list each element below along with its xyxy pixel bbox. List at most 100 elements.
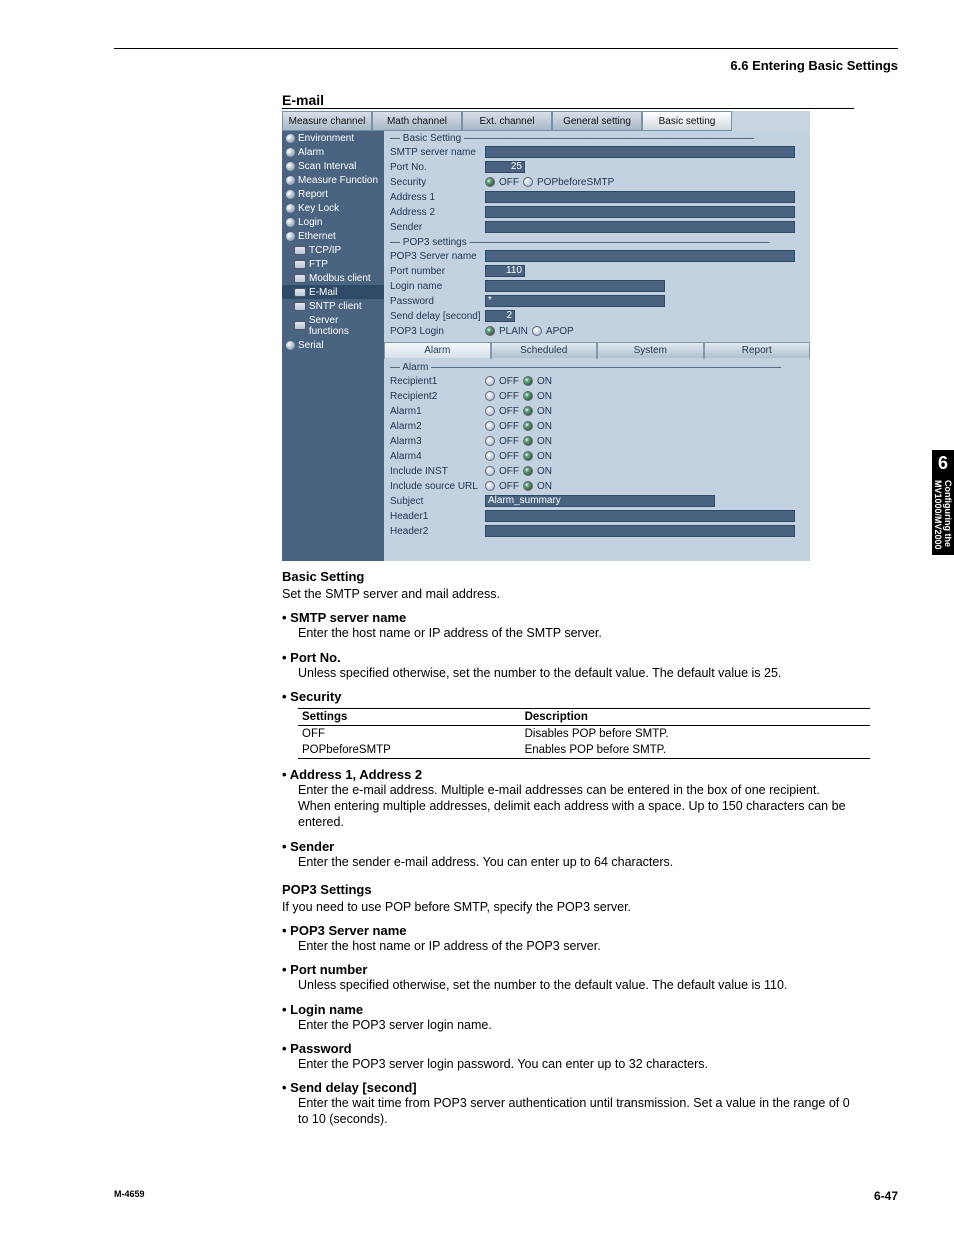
bullet-sender: Sender [282,839,854,854]
footer-right: 6-47 [874,1189,898,1203]
text-address: Enter the e-mail address. Multiple e-mai… [298,782,854,831]
address2-input[interactable] [485,206,795,218]
radio-icon [286,341,295,350]
alarm3-on-radio[interactable] [523,436,533,446]
sidebar-item-measure-function[interactable]: Measure Function [282,173,384,187]
pop3-port-input[interactable]: 110 [485,265,525,277]
security-off-radio[interactable] [485,177,495,187]
footer-left: M-4659 [114,1189,145,1203]
sidebar-nav: Environment Alarm Scan Interval Measure … [282,131,384,561]
address1-input[interactable] [485,191,795,203]
sub-tab-system[interactable]: System [597,342,704,360]
main-form-panel: — Basic Setting ————————————————————————… [384,131,810,561]
td-popbeforesmtp: POPbeforeSMTP [298,742,521,759]
sidebar-item-key-lock[interactable]: Key Lock [282,201,384,215]
label: SNTP client [309,301,362,312]
sidebar-item-serial[interactable]: Serial [282,338,384,352]
alarm4-on-radio[interactable] [523,451,533,461]
label-recipient2: Recipient2 [390,391,485,402]
sidebar-item-environment[interactable]: Environment [282,131,384,145]
thumb-index-number: 6 [932,450,954,474]
label: OFF [499,436,519,447]
label-alarm3: Alarm3 [390,436,485,447]
label-address2: Address 2 [390,207,485,218]
login-name-input[interactable] [485,280,665,292]
label-security: Security [390,177,485,188]
label-pop3-port: Port number [390,266,485,277]
label-recipient1: Recipient1 [390,376,485,387]
bullet-port-no: Port No. [282,650,854,665]
sub-tab-alarm[interactable]: Alarm [384,342,491,360]
send-delay-input[interactable]: 2 [485,310,515,322]
smtp-server-input[interactable] [485,146,795,158]
sidebar-item-login[interactable]: Login [282,215,384,229]
recipient2-off-radio[interactable] [485,391,495,401]
bullet-smtp-server-name: SMTP server name [282,610,854,625]
pop3login-apop-radio[interactable] [532,326,542,336]
password-input[interactable]: * [485,295,665,307]
recipient2-on-radio[interactable] [523,391,533,401]
radio-icon [286,218,295,227]
include-inst-on-radio[interactable] [523,466,533,476]
header1-input[interactable] [485,510,795,522]
bullet-send-delay: Send delay [second] [282,1080,854,1095]
alarm2-off-radio[interactable] [485,421,495,431]
tab-measure-channel[interactable]: Measure channel [282,111,372,131]
label: OFF [499,451,519,462]
label: E-Mail [309,287,337,298]
sender-input[interactable] [485,221,795,233]
label: Measure Function [298,175,378,186]
include-url-off-radio[interactable] [485,481,495,491]
sidebar-item-sntp-client[interactable]: SNTP client [282,299,384,313]
label-header1: Header1 [390,511,485,522]
port-no-input[interactable]: 25 [485,161,525,173]
label: Environment [298,133,354,144]
subject-input[interactable]: Alarm_summary [485,495,715,507]
label: POPbeforeSMTP [537,177,614,188]
folder-icon [294,302,306,311]
label-include-inst: Include INST [390,466,485,477]
sidebar-item-server-functions[interactable]: Server functions [282,313,384,338]
include-url-on-radio[interactable] [523,481,533,491]
recipient1-off-radio[interactable] [485,376,495,386]
sidebar-item-tcpip[interactable]: TCP/IP [282,243,384,257]
pop3-server-input[interactable] [485,250,795,262]
bullet-password: Password [282,1041,854,1056]
label: ON [537,451,552,462]
text-pop3-server-name: Enter the host name or IP address of the… [298,938,854,954]
label: APOP [546,326,574,337]
alarm4-off-radio[interactable] [485,451,495,461]
tab-math-channel[interactable]: Math channel [372,111,462,131]
sidebar-item-modbus-client[interactable]: Modbus client [282,271,384,285]
label: Key Lock [298,203,339,214]
doc-pop3-title: POP3 Settings [282,882,854,897]
sidebar-item-ftp[interactable]: FTP [282,257,384,271]
tab-ext-channel[interactable]: Ext. channel [462,111,552,131]
tab-general-setting[interactable]: General setting [552,111,642,131]
sub-tab-report[interactable]: Report [704,342,811,360]
folder-icon [294,288,306,297]
alarm1-on-radio[interactable] [523,406,533,416]
label-smtp-server: SMTP server name [390,147,485,158]
sub-tab-scheduled[interactable]: Scheduled [491,342,598,360]
sidebar-item-scan-interval[interactable]: Scan Interval [282,159,384,173]
sidebar-item-ethernet[interactable]: Ethernet [282,229,384,243]
pop3login-plain-radio[interactable] [485,326,495,336]
alarm2-on-radio[interactable] [523,421,533,431]
recipient1-on-radio[interactable] [523,376,533,386]
sidebar-item-report[interactable]: Report [282,187,384,201]
bullet-pop3-server-name: POP3 Server name [282,923,854,938]
alarm3-off-radio[interactable] [485,436,495,446]
sidebar-item-email[interactable]: E-Mail [282,285,384,299]
alarm1-off-radio[interactable] [485,406,495,416]
include-inst-off-radio[interactable] [485,466,495,476]
sidebar-item-alarm[interactable]: Alarm [282,145,384,159]
doc-basic-setting-title: Basic Setting [282,569,854,584]
label: TCP/IP [309,245,341,256]
doc-pop3-para: If you need to use POP before SMTP, spec… [282,899,854,915]
label-include-source-url: Include source URL [390,481,485,492]
header2-input[interactable] [485,525,795,537]
label: OFF [499,177,519,188]
tab-basic-setting[interactable]: Basic setting [642,111,732,131]
security-popbeforesmtp-radio[interactable] [523,177,533,187]
